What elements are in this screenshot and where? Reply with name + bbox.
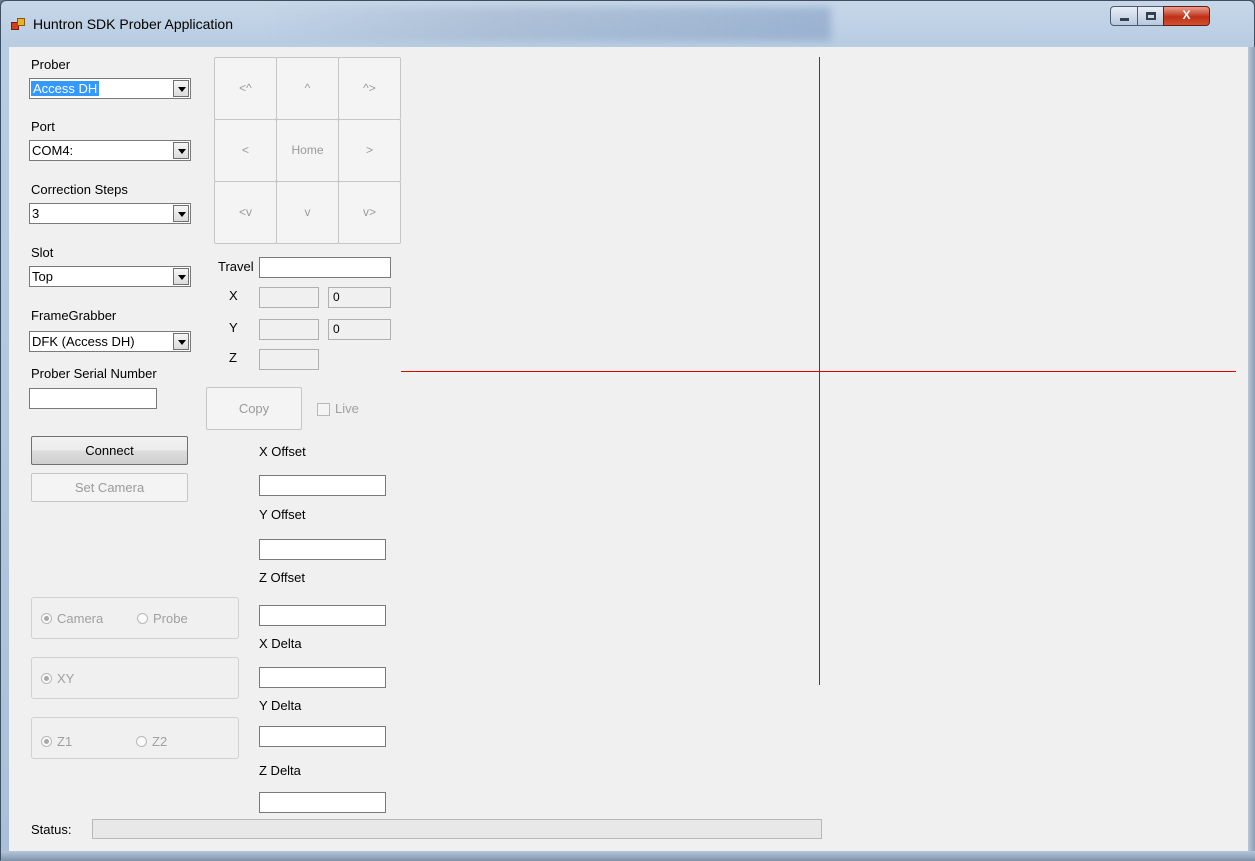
minimize-icon bbox=[1120, 18, 1129, 21]
travel-input[interactable] bbox=[259, 257, 391, 278]
x-offset-input[interactable] bbox=[259, 475, 386, 496]
z-offset-input[interactable] bbox=[259, 605, 386, 626]
z-delta-label: Z Delta bbox=[259, 763, 301, 778]
move-down-right-button[interactable]: v> bbox=[338, 181, 401, 244]
probe-radio[interactable]: Probe bbox=[137, 611, 188, 626]
y-readout-field: 0 bbox=[328, 319, 391, 340]
chevron-down-icon[interactable] bbox=[173, 142, 189, 159]
title-bar-background bbox=[271, 7, 831, 41]
port-value: COM4: bbox=[32, 143, 74, 158]
correction-steps-select[interactable]: 3 bbox=[29, 203, 191, 224]
live-checkbox[interactable] bbox=[317, 403, 330, 416]
move-up-left-button[interactable]: <^ bbox=[214, 57, 277, 120]
slot-value: Top bbox=[32, 269, 53, 284]
xy-radio-label: XY bbox=[57, 671, 75, 686]
status-field bbox=[92, 819, 822, 839]
x-readout-field: 0 bbox=[328, 287, 391, 308]
correction-steps-label: Correction Steps bbox=[31, 182, 128, 197]
z2-radio-label: Z2 bbox=[152, 734, 168, 749]
y-position-field bbox=[259, 319, 319, 340]
probe-radio-label: Probe bbox=[153, 611, 188, 626]
camera-radio[interactable]: Camera bbox=[41, 611, 103, 626]
prober-label: Prober bbox=[31, 57, 71, 72]
window-title: Huntron SDK Prober Application bbox=[33, 16, 233, 32]
direction-pad: <^ ^ ^> < Home > <v v v> bbox=[214, 57, 401, 244]
framegrabber-label: FrameGrabber bbox=[31, 308, 117, 323]
camera-radio-label: Camera bbox=[57, 611, 104, 626]
mode-group: Camera Probe bbox=[31, 597, 239, 639]
move-down-left-button[interactable]: <v bbox=[214, 181, 277, 244]
move-up-right-button[interactable]: ^> bbox=[338, 57, 401, 120]
move-right-button[interactable]: > bbox=[338, 119, 401, 182]
axis-group: XY bbox=[31, 657, 239, 699]
radio-selected-icon bbox=[41, 736, 52, 747]
z-delta-input[interactable] bbox=[259, 792, 386, 813]
x-label: X bbox=[229, 288, 238, 303]
set-camera-button[interactable]: Set Camera bbox=[31, 473, 188, 502]
port-label: Port bbox=[31, 119, 55, 134]
port-select[interactable]: COM4: bbox=[29, 140, 191, 161]
app-icon bbox=[11, 18, 25, 30]
y-offset-label: Y Offset bbox=[259, 507, 306, 522]
close-button[interactable]: X bbox=[1163, 6, 1210, 26]
slot-label: Slot bbox=[31, 245, 54, 260]
y-delta-label: Y Delta bbox=[259, 698, 302, 713]
xy-radio[interactable]: XY bbox=[41, 671, 74, 686]
chevron-down-icon[interactable] bbox=[173, 80, 189, 97]
move-down-button[interactable]: v bbox=[276, 181, 339, 244]
live-label: Live bbox=[335, 401, 359, 416]
prober-value: Access DH bbox=[31, 81, 100, 96]
z-offset-label: Z Offset bbox=[259, 570, 305, 585]
status-label: Status: bbox=[31, 822, 72, 837]
framegrabber-select[interactable]: DFK (Access DH) bbox=[29, 331, 191, 352]
maximize-button[interactable] bbox=[1137, 6, 1164, 26]
z-position-field bbox=[259, 349, 319, 370]
serial-input[interactable] bbox=[29, 388, 157, 409]
slot-select[interactable]: Top bbox=[29, 266, 191, 287]
z1-radio-label: Z1 bbox=[57, 734, 73, 749]
application-window: Huntron SDK Prober Application X Prober … bbox=[0, 0, 1255, 861]
travel-label: Travel bbox=[218, 259, 254, 274]
z-label: Z bbox=[229, 350, 237, 365]
z2-radio[interactable]: Z2 bbox=[136, 734, 167, 749]
z-group: Z1 Z2 bbox=[31, 717, 239, 759]
home-button[interactable]: Home bbox=[276, 119, 339, 182]
chevron-down-icon[interactable] bbox=[173, 333, 189, 350]
title-bar[interactable]: Huntron SDK Prober Application X bbox=[1, 1, 1254, 45]
y-delta-input[interactable] bbox=[259, 726, 386, 747]
caption-buttons: X bbox=[1110, 6, 1248, 28]
y-label: Y bbox=[229, 320, 238, 335]
chevron-down-icon[interactable] bbox=[173, 268, 189, 285]
move-up-button[interactable]: ^ bbox=[276, 57, 339, 120]
chevron-down-icon[interactable] bbox=[173, 205, 189, 222]
correction-steps-value: 3 bbox=[32, 206, 40, 221]
radio-selected-icon bbox=[41, 673, 52, 684]
framegrabber-value: DFK (Access DH) bbox=[32, 334, 135, 349]
x-delta-label: X Delta bbox=[259, 636, 302, 651]
radio-selected-icon bbox=[41, 613, 52, 624]
x-delta-input[interactable] bbox=[259, 667, 386, 688]
move-left-button[interactable]: < bbox=[214, 119, 277, 182]
connect-button[interactable]: Connect bbox=[31, 436, 188, 465]
copy-button[interactable]: Copy bbox=[206, 387, 302, 430]
crosshair-horizontal-line bbox=[401, 371, 1236, 372]
maximize-icon bbox=[1146, 12, 1156, 20]
x-offset-label: X Offset bbox=[259, 444, 306, 459]
x-position-field bbox=[259, 287, 319, 308]
y-offset-input[interactable] bbox=[259, 539, 386, 560]
window-border-right bbox=[1248, 47, 1255, 861]
serial-label: Prober Serial Number bbox=[31, 366, 157, 381]
client-area: Prober Access DH Port COM4: Correction S… bbox=[9, 47, 1248, 851]
radio-icon bbox=[136, 736, 147, 747]
radio-icon bbox=[137, 613, 148, 624]
prober-select[interactable]: Access DH bbox=[29, 78, 191, 99]
minimize-button[interactable] bbox=[1110, 6, 1138, 26]
close-icon: X bbox=[1182, 8, 1191, 22]
z1-radio[interactable]: Z1 bbox=[41, 734, 72, 749]
